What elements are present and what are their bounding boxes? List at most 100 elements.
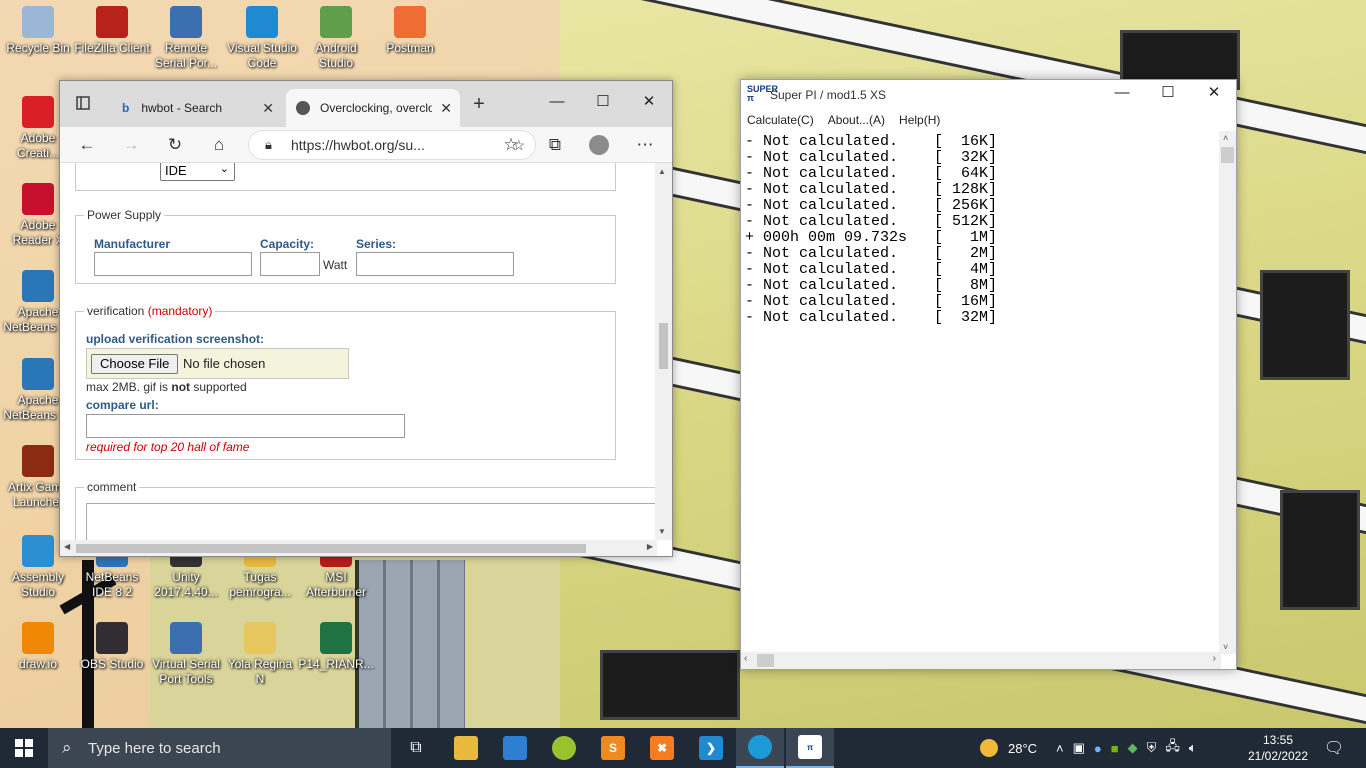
superpi-result-line: - Not calculated. [ 32K] bbox=[745, 149, 998, 166]
back-icon[interactable]: ← bbox=[72, 131, 102, 159]
taskbar-search[interactable]: ⌕ Type here to search bbox=[48, 728, 391, 768]
tab-overclocking[interactable]: Overclocking, overclo ✕ bbox=[286, 89, 460, 127]
desktop-icon[interactable]: Postman bbox=[372, 6, 448, 56]
start-button[interactable] bbox=[0, 728, 48, 768]
forward-icon[interactable]: → bbox=[116, 131, 146, 159]
adobe-reader-icon bbox=[22, 183, 54, 215]
series-label: Series: bbox=[356, 237, 397, 251]
refresh-icon[interactable]: ↻ bbox=[160, 131, 190, 159]
desktop-icon[interactable]: P14_RIANR... bbox=[298, 622, 374, 672]
taskbar-store[interactable] bbox=[491, 728, 539, 768]
hscrollbar-thumb[interactable] bbox=[757, 654, 774, 667]
scroll-up-icon[interactable]: ▲ bbox=[658, 167, 666, 176]
collections-icon[interactable]: ⧉ bbox=[540, 131, 570, 159]
close-tab-icon[interactable]: ✕ bbox=[262, 100, 274, 117]
desktop-icon[interactable]: Virtual Serial Port Tools bbox=[148, 622, 224, 687]
clock[interactable]: 13:55 21/02/2022 bbox=[1244, 732, 1312, 764]
new-tab-button[interactable]: + bbox=[464, 90, 494, 118]
scroll-left-icon[interactable]: ◀ bbox=[64, 542, 70, 551]
taskbar-xampp[interactable]: ✖ bbox=[638, 728, 686, 768]
superpi-maximize-button[interactable]: ☐ bbox=[1145, 75, 1191, 109]
superpi-result-line: - Not calculated. [ 128K] bbox=[745, 181, 998, 198]
comment-textarea[interactable] bbox=[86, 503, 657, 540]
favorites-icon[interactable]: ☆ bbox=[496, 131, 526, 159]
superpi-result-line: + 000h 00m 09.732s [ 1M] bbox=[745, 229, 998, 246]
maximize-button[interactable]: ☐ bbox=[580, 81, 626, 121]
address-bar[interactable]: 🔒︎ https://hwbot.org/su... ☆ bbox=[248, 130, 536, 160]
series-input[interactable] bbox=[356, 252, 514, 276]
tab-hwbot-search[interactable]: b hwbot - Search ✕ bbox=[108, 89, 282, 127]
notifications-button[interactable]: 🗨︎ bbox=[1310, 728, 1358, 768]
taskbar-superpi[interactable]: π bbox=[786, 728, 834, 768]
desktop-icon[interactable]: Yola Regina N bbox=[222, 622, 298, 687]
menu-calculate[interactable]: Calculate(C) bbox=[747, 113, 814, 127]
tab-actions-icon[interactable] bbox=[68, 89, 98, 117]
taskbar-edge[interactable] bbox=[736, 728, 784, 768]
taskbar-vscode[interactable]: ❯ bbox=[687, 728, 735, 768]
scroll-left-icon[interactable]: ‹ bbox=[744, 653, 747, 664]
tab-label: Overclocking, overclo bbox=[320, 101, 432, 115]
desktop-icon[interactable]: Remote Serial Por... bbox=[148, 6, 224, 71]
desktop-icon-label: Recycle Bin bbox=[6, 41, 70, 55]
scrollbar-thumb[interactable] bbox=[659, 323, 668, 369]
superpi-icon: π bbox=[798, 735, 822, 759]
close-window-button[interactable]: ✕ bbox=[626, 81, 672, 121]
menu-help[interactable]: Help(H) bbox=[899, 113, 940, 127]
chevron-up-icon[interactable]: ˄ bbox=[1056, 741, 1064, 756]
superpi-horizontal-scrollbar[interactable]: ‹ › bbox=[741, 652, 1221, 669]
capacity-label: Capacity: bbox=[260, 237, 315, 251]
minimize-button[interactable]: — bbox=[534, 81, 580, 121]
taskbar-file-explorer[interactable] bbox=[442, 728, 490, 768]
superpi-window[interactable]: SUPER π Super PI / mod1.5 XS — ☐ ✕ Calcul… bbox=[740, 79, 1237, 670]
task-view-button[interactable]: ⧉ bbox=[392, 728, 440, 768]
horizontal-scrollbar[interactable]: ◀ ▶ bbox=[60, 540, 657, 556]
temperature: 28°C bbox=[1008, 740, 1038, 756]
desktop-icon[interactable]: OBS Studio bbox=[74, 622, 150, 672]
scroll-right-icon[interactable]: ▶ bbox=[647, 542, 653, 551]
nvidia-icon[interactable]: ■ bbox=[1111, 741, 1119, 756]
volume-icon[interactable]: 🔈︎ bbox=[1189, 740, 1197, 756]
home-icon[interactable]: ⌂ bbox=[204, 131, 234, 159]
superpi-vertical-scrollbar[interactable]: ˄ ˅ bbox=[1219, 131, 1236, 654]
hwbot-favicon-icon bbox=[296, 101, 310, 115]
excel-icon bbox=[320, 622, 352, 654]
scrollbar-thumb[interactable] bbox=[1221, 147, 1234, 163]
close-tab-icon[interactable]: ✕ bbox=[440, 100, 452, 117]
tray-app-icon[interactable]: ▣ bbox=[1073, 740, 1085, 756]
desktop-icon[interactable]: Android Studio bbox=[298, 6, 374, 71]
superpi-result-line: - Not calculated. [ 16M] bbox=[745, 293, 998, 310]
scroll-down-icon[interactable]: ˅ bbox=[1223, 642, 1228, 652]
desktop-icon[interactable]: Recycle Bin bbox=[0, 6, 76, 56]
desktop-icon[interactable]: Visual Studio Code bbox=[224, 6, 300, 71]
hscrollbar-thumb[interactable] bbox=[76, 544, 586, 553]
file-upload-field[interactable]: Choose File No file chosen bbox=[86, 348, 349, 379]
superpi-close-button[interactable]: ✕ bbox=[1191, 75, 1237, 109]
superpi-minimize-button[interactable]: — bbox=[1099, 75, 1145, 109]
profile-avatar[interactable] bbox=[584, 131, 614, 159]
settings-more-icon[interactable]: ⋯ bbox=[630, 131, 660, 159]
scroll-up-icon[interactable]: ˄ bbox=[1223, 133, 1228, 143]
compare-url-input[interactable] bbox=[86, 414, 405, 438]
choose-file-button[interactable]: Choose File bbox=[91, 354, 179, 374]
taskbar-app-green[interactable] bbox=[540, 728, 588, 768]
adobe-cc-icon bbox=[22, 96, 54, 128]
menu-about[interactable]: About...(A) bbox=[828, 113, 885, 127]
scroll-right-icon[interactable]: › bbox=[1213, 653, 1216, 664]
ide-select-value: IDE bbox=[165, 163, 187, 178]
capacity-input[interactable] bbox=[260, 252, 320, 276]
weather-widget[interactable]: 28°C bbox=[980, 728, 1037, 768]
manufacturer-input[interactable] bbox=[94, 252, 252, 276]
tray-update-icon[interactable]: ● bbox=[1094, 741, 1102, 756]
security-icon[interactable]: ⛨ bbox=[1147, 740, 1157, 756]
scroll-down-icon[interactable]: ▼ bbox=[658, 527, 666, 536]
tray-green-icon[interactable]: ◆ bbox=[1128, 740, 1138, 756]
superpi-result-line: - Not calculated. [ 8M] bbox=[745, 277, 998, 294]
network-icon[interactable]: 🖧︎ bbox=[1165, 737, 1180, 759]
ide-select[interactable]: IDE ⌄ bbox=[160, 163, 235, 181]
taskbar-sublime[interactable]: S bbox=[589, 728, 637, 768]
desktop-icon[interactable]: draw.io bbox=[0, 622, 76, 672]
vertical-scrollbar[interactable]: ▲ ▼ bbox=[655, 163, 672, 540]
superpi-result-line: - Not calculated. [ 32M] bbox=[745, 309, 998, 326]
desktop-icon[interactable]: FileZilla Client bbox=[74, 6, 150, 56]
edge-window[interactable]: b hwbot - Search ✕ Overclocking, overclo… bbox=[59, 80, 673, 557]
